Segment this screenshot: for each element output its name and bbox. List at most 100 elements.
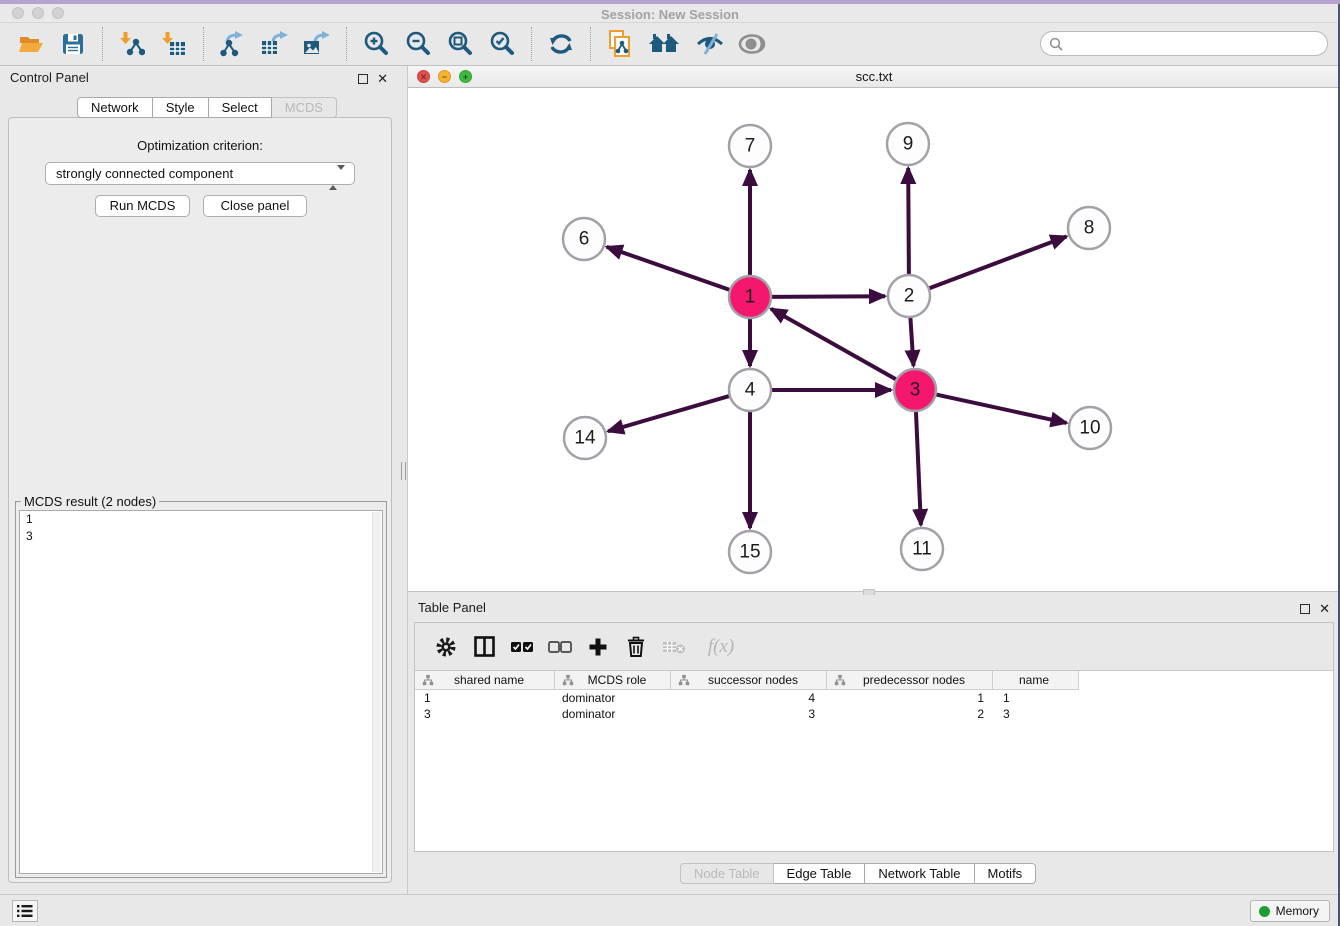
edge-2-8[interactable] (928, 237, 1067, 289)
tab-edge-table[interactable]: Edge Table (774, 863, 866, 884)
toolbar-separator (346, 27, 347, 61)
open-session-icon[interactable] (16, 29, 46, 59)
node-label: 3 (910, 380, 921, 401)
graph-node-7[interactable]: 7 (729, 125, 771, 167)
column-header-mcds-role[interactable]: MCDS role (555, 671, 671, 689)
node-label: 2 (904, 286, 915, 307)
table-panel-title: Table Panel (418, 600, 486, 615)
edge-3-10[interactable] (935, 394, 1067, 423)
cell-successor_nodes[interactable]: 3 (671, 706, 827, 722)
column-type-icon (834, 674, 846, 686)
unselect-all-columns-icon[interactable] (547, 634, 573, 660)
cell-name[interactable]: 3 (993, 706, 1079, 722)
graph-node-11[interactable]: 11 (901, 528, 943, 570)
edge-1-6[interactable] (607, 247, 731, 291)
result-scrollbar[interactable] (372, 512, 381, 872)
mcds-result-list[interactable]: 13 (19, 510, 383, 874)
node-label: 4 (745, 380, 756, 401)
column-header-name[interactable]: name (993, 671, 1079, 689)
import-table-icon[interactable] (159, 29, 189, 59)
select-all-columns-icon[interactable] (509, 634, 535, 660)
float-table-panel-icon[interactable] (1300, 604, 1310, 614)
column-header-predecessor-nodes[interactable]: predecessor nodes (827, 671, 993, 689)
zoom-out-icon[interactable] (403, 29, 433, 59)
edge-3-11[interactable] (916, 410, 921, 525)
window-title: Session: New Session (0, 7, 1340, 22)
cell-shared_name[interactable]: 3 (415, 706, 555, 722)
graph-node-2[interactable]: 2 (888, 275, 930, 317)
column-header-successor-nodes[interactable]: successor nodes (671, 671, 827, 689)
search-field[interactable] (1040, 31, 1328, 56)
graph-node-1[interactable]: 1 (729, 276, 771, 318)
show-hide-panels-icon[interactable] (647, 29, 683, 59)
cell-name[interactable]: 1 (993, 690, 1079, 706)
node-label: 6 (579, 229, 590, 250)
graph-node-10[interactable]: 10 (1069, 407, 1111, 449)
edge-4-14[interactable] (608, 396, 731, 432)
edge-3-1[interactable] (771, 309, 898, 380)
tab-network[interactable]: Network (77, 97, 153, 118)
export-image-icon[interactable] (302, 29, 332, 59)
graph-node-8[interactable]: 8 (1068, 207, 1110, 249)
zoom-in-icon[interactable] (361, 29, 391, 59)
zoom-selected-icon[interactable] (487, 29, 517, 59)
graph-node-9[interactable]: 9 (887, 123, 929, 165)
show-graphics-details-icon[interactable] (737, 29, 767, 59)
tab-motifs[interactable]: Motifs (975, 863, 1037, 884)
edge-2-3[interactable] (910, 316, 913, 366)
hide-graphics-icon[interactable] (695, 29, 725, 59)
tab-style[interactable]: Style (153, 97, 209, 118)
export-network-icon[interactable] (218, 29, 248, 59)
close-panel-icon[interactable]: ✕ (377, 71, 388, 87)
splitter-grip[interactable] (401, 462, 406, 480)
panel-splitter-vertical[interactable] (400, 66, 408, 894)
search-input[interactable] (1063, 36, 1319, 51)
column-header-shared-name[interactable]: shared name (415, 671, 555, 689)
tab-network-table[interactable]: Network Table (865, 863, 974, 884)
cell-predecessor_nodes[interactable]: 2 (827, 706, 993, 722)
delete-column-icon[interactable] (623, 634, 649, 660)
selected-option: strongly connected component (56, 166, 233, 181)
close-panel-button[interactable]: Close panel (203, 195, 307, 217)
save-session-icon[interactable] (58, 29, 88, 59)
mcds-result-value: 1 (20, 511, 382, 528)
mcds-result-title: MCDS result (2 nodes) (21, 494, 159, 509)
task-history-button[interactable] (12, 900, 38, 922)
toolbar-separator (203, 27, 204, 61)
export-table-icon[interactable] (260, 29, 290, 59)
zoom-fit-icon[interactable] (445, 29, 475, 59)
network-canvas[interactable]: 7 9 6 8 1 2 4 3 14 10 15 11 (408, 88, 1340, 591)
refresh-icon[interactable] (546, 29, 576, 59)
edge-2-9[interactable] (908, 168, 909, 276)
tab-select[interactable]: Select (209, 97, 272, 118)
optimization-criterion-select[interactable]: strongly connected component (45, 162, 355, 185)
edge-1-2[interactable] (770, 296, 885, 297)
graph-node-14[interactable]: 14 (564, 417, 606, 459)
cell-mcds_role[interactable]: dominator (555, 690, 671, 706)
cell-mcds_role[interactable]: dominator (555, 706, 671, 722)
tab-mcds[interactable]: MCDS (272, 97, 337, 118)
graph-node-6[interactable]: 6 (563, 218, 605, 260)
cell-shared_name[interactable]: 1 (415, 690, 555, 706)
optimization-criterion-label: Optimization criterion: (9, 138, 391, 153)
table-settings-icon[interactable] (433, 634, 459, 660)
graph-node-4[interactable]: 4 (729, 369, 771, 411)
graph-node-3[interactable]: 3 (894, 369, 936, 411)
split-view-icon[interactable] (471, 634, 497, 660)
table-row[interactable]: 1dominator411 (415, 690, 1333, 706)
float-panel-icon[interactable] (358, 74, 368, 84)
mcds-result-value: 3 (20, 528, 382, 545)
memory-button[interactable]: Memory (1250, 900, 1330, 922)
cell-successor_nodes[interactable]: 4 (671, 690, 827, 706)
run-mcds-button[interactable]: Run MCDS (95, 195, 190, 217)
graph-node-15[interactable]: 15 (729, 531, 771, 573)
close-table-panel-icon[interactable]: ✕ (1319, 601, 1330, 617)
node-label: 1 (745, 287, 756, 308)
network-window-titlebar: ✕ − + scc.txt (408, 66, 1340, 88)
tab-node-table[interactable]: Node Table (680, 863, 774, 884)
import-network-icon[interactable] (117, 29, 147, 59)
table-row[interactable]: 3dominator323 (415, 706, 1333, 722)
new-network-from-selection-icon[interactable] (605, 29, 635, 59)
add-column-icon[interactable] (585, 634, 611, 660)
cell-predecessor_nodes[interactable]: 1 (827, 690, 993, 706)
